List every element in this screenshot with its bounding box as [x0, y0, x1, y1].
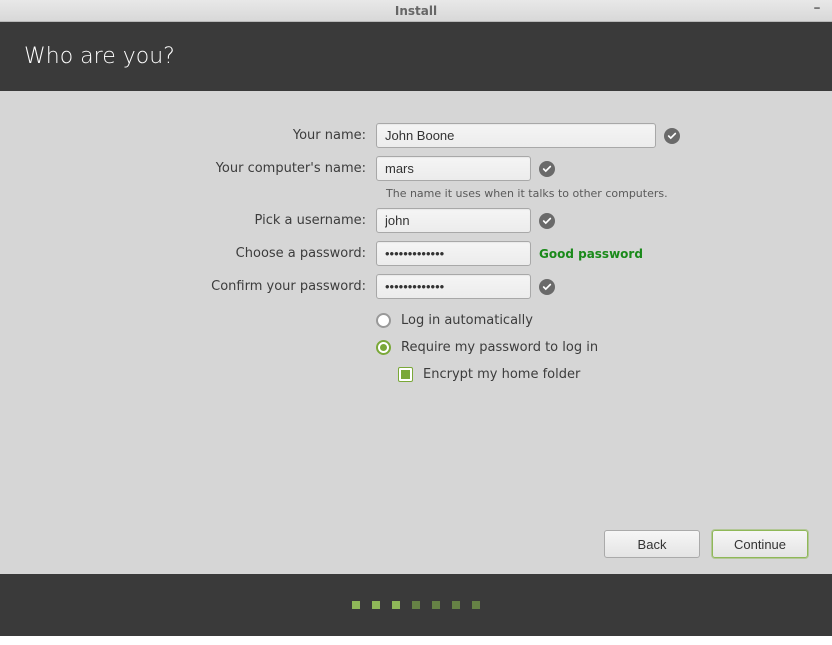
login-options: Log in automatically Require my password…: [376, 307, 756, 388]
name-label: Your name:: [76, 128, 376, 143]
check-icon: [539, 161, 555, 177]
progress-dot: [412, 601, 420, 609]
radio-icon: [376, 340, 391, 355]
page-title: Who are you?: [24, 44, 175, 69]
continue-button[interactable]: Continue: [712, 530, 808, 558]
progress-dot: [352, 601, 360, 609]
progress-dot: [432, 601, 440, 609]
progress-dot: [392, 601, 400, 609]
encrypt-home-label: Encrypt my home folder: [423, 367, 580, 382]
auto-login-label: Log in automatically: [401, 313, 533, 328]
require-password-label: Require my password to log in: [401, 340, 598, 355]
host-label: Your computer's name:: [76, 161, 376, 176]
username-input[interactable]: [376, 208, 531, 233]
titlebar: Install –: [0, 0, 832, 22]
back-button[interactable]: Back: [604, 530, 700, 558]
progress-footer: [0, 574, 832, 636]
password-label: Choose a password:: [76, 246, 376, 261]
content-area: Your name: Your computer's name: The nam…: [0, 91, 832, 574]
name-input[interactable]: [376, 123, 656, 148]
password-input[interactable]: [376, 241, 531, 266]
encrypt-home-checkbox[interactable]: Encrypt my home folder: [398, 361, 756, 388]
require-password-radio[interactable]: Require my password to log in: [376, 334, 756, 361]
check-icon: [539, 279, 555, 295]
page-header: Who are you?: [0, 22, 832, 91]
check-icon: [539, 213, 555, 229]
progress-dot: [452, 601, 460, 609]
auto-login-radio[interactable]: Log in automatically: [376, 307, 756, 334]
minimize-icon[interactable]: –: [810, 3, 824, 17]
button-bar: Back Continue: [604, 530, 808, 558]
hostname-input[interactable]: [376, 156, 531, 181]
check-icon: [664, 128, 680, 144]
user-form: Your name: Your computer's name: The nam…: [76, 123, 756, 388]
username-label: Pick a username:: [76, 213, 376, 228]
confirm-label: Confirm your password:: [76, 279, 376, 294]
window-title: Install: [395, 4, 437, 18]
progress-dot: [372, 601, 380, 609]
checkbox-icon: [398, 367, 413, 382]
radio-icon: [376, 313, 391, 328]
progress-dot: [472, 601, 480, 609]
password-strength: Good password: [539, 247, 643, 261]
confirm-password-input[interactable]: [376, 274, 531, 299]
host-hint: The name it uses when it talks to other …: [386, 187, 756, 200]
